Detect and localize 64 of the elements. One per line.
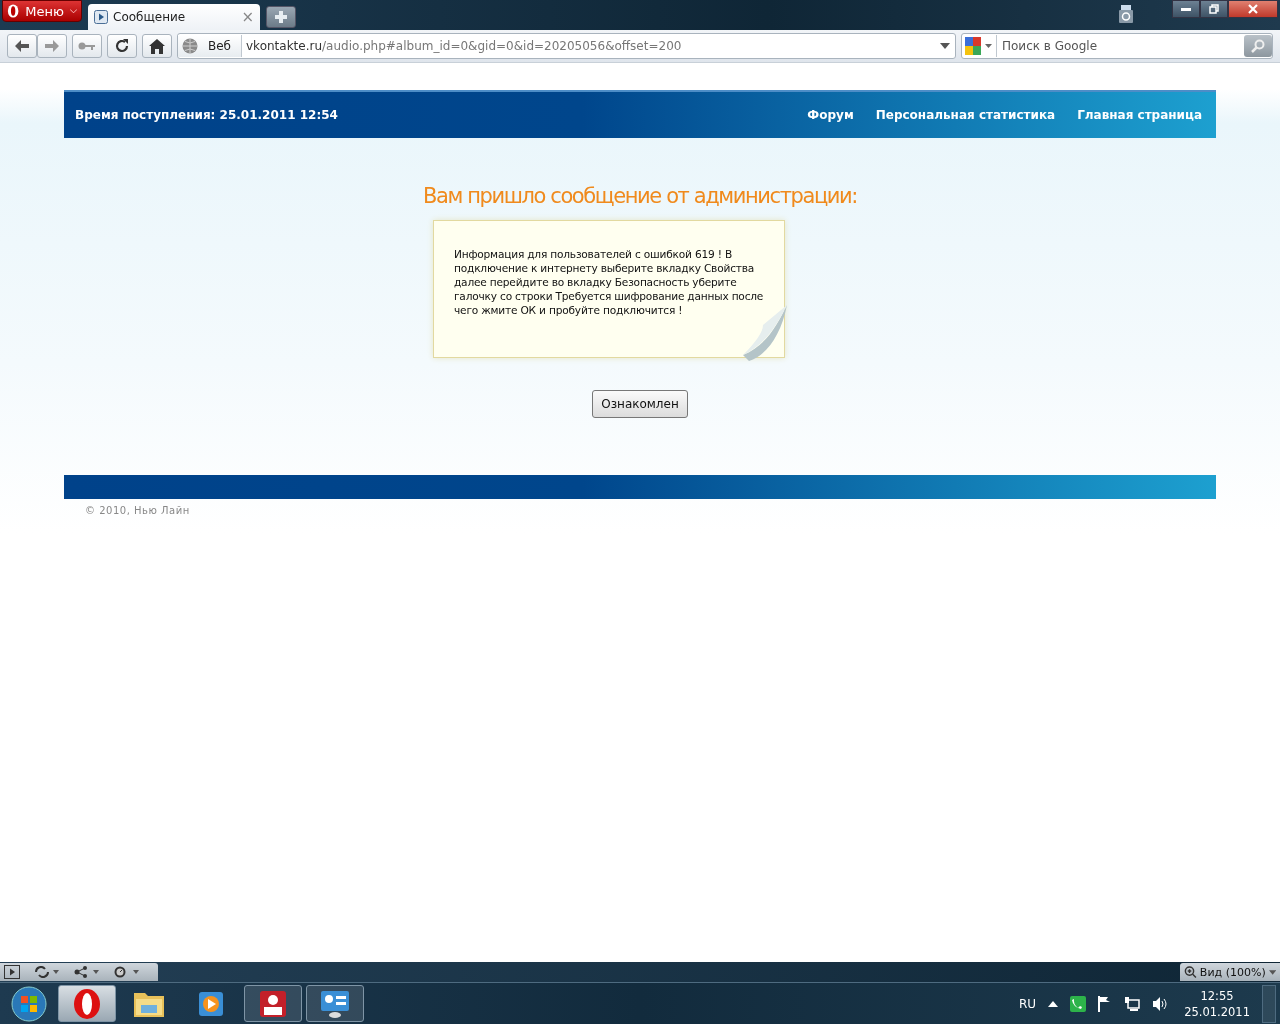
taskbar-button[interactable] <box>58 985 116 1022</box>
network-icon <box>74 966 100 978</box>
reload-icon <box>114 38 130 54</box>
restore-icon <box>1209 4 1219 14</box>
language-indicator[interactable]: RU <box>1019 996 1037 1011</box>
o-logo-icon <box>72 987 102 1020</box>
address-text: vkontakte.ru/audio.php#album_id=0&gid=0&id=20205056&offset=200 <box>245 39 683 53</box>
tab-title: Сообщение <box>113 10 186 24</box>
speed-button[interactable] <box>114 966 140 978</box>
restore-button[interactable] <box>1200 0 1228 18</box>
page-icon <box>94 10 108 24</box>
panel-toggle-button[interactable] <box>4 965 20 979</box>
search-engine-icon[interactable] <box>962 35 997 57</box>
play-icon <box>197 989 225 1018</box>
key-button[interactable] <box>72 34 102 58</box>
message-heading: Вам пришло сообщение от администрации: <box>423 184 857 208</box>
taskbar-button[interactable] <box>244 985 302 1022</box>
zoom-button[interactable]: Вид (100%) <box>1180 963 1280 981</box>
globe-icon <box>182 38 198 54</box>
close-button[interactable] <box>1228 0 1278 18</box>
close-icon <box>1248 4 1258 14</box>
network-icon[interactable] <box>1124 995 1141 1012</box>
dropdown-caret-icon[interactable] <box>940 43 950 49</box>
clock[interactable]: 12:55 25.01.2011 <box>1184 988 1250 1019</box>
browser-tab[interactable]: Сообщение × <box>88 4 260 30</box>
unite-button[interactable] <box>74 966 100 978</box>
minimize-button[interactable] <box>1172 0 1200 18</box>
taskbar-button[interactable] <box>306 985 364 1022</box>
zoom-icon <box>1184 965 1197 979</box>
recycle-bin-icon <box>1118 4 1134 24</box>
sync-button[interactable] <box>34 966 60 978</box>
address-field[interactable]: Веб vkontakte.ru/audio.php#album_id=0&gid=0&id=20205056&offset=200 <box>177 33 956 59</box>
back-button[interactable] <box>7 34 37 58</box>
search-icon <box>1251 39 1265 53</box>
plus-icon <box>275 11 287 23</box>
caret-icon <box>69 8 77 14</box>
nav-link[interactable]: Форум <box>807 108 854 122</box>
sync-icon <box>34 966 60 978</box>
nav-link[interactable]: Главная страница <box>1077 108 1202 122</box>
nav-link[interactable]: Персональная статистика <box>875 108 1056 122</box>
up-arrow-icon[interactable] <box>1048 1000 1059 1007</box>
search-bar[interactable]: Поиск в Google <box>961 33 1273 59</box>
menu-button[interactable]: Меню <box>2 0 82 22</box>
left-arrow-icon <box>15 40 29 52</box>
copyright-text: © 2010, Нью Лайн <box>85 505 190 516</box>
right-arrow-icon <box>45 40 59 52</box>
message-text: Информация для пользователей с ошибкой 619 ! В подключение к интернету выберите вкладку Свойства далее перейдите во вкладку Безопасность уберите галочку со строки Требуется шифрование данных после чего жмите ОК и пробуйте подключится ! <box>454 247 765 317</box>
home-button[interactable] <box>142 34 172 58</box>
control-panel-icon <box>319 988 351 1019</box>
speaker-icon[interactable] <box>1152 995 1169 1012</box>
web-button[interactable]: Веб <box>178 35 242 57</box>
o-logo-icon <box>7 3 20 19</box>
arrival-time: Время поступления: 25.01.2011 12:54 <box>75 108 338 122</box>
reload-button[interactable] <box>107 34 137 58</box>
key-icon <box>78 41 96 51</box>
new-tab-button[interactable] <box>266 6 296 28</box>
acknowledge-button[interactable]: Ознакомлен <box>592 390 688 418</box>
minimize-icon <box>1181 7 1191 11</box>
house-icon <box>149 38 165 54</box>
play-icon <box>4 965 20 979</box>
phone-icon[interactable] <box>1070 995 1087 1012</box>
windows-logo-icon <box>11 985 47 1022</box>
gauge-icon <box>114 966 140 978</box>
caret-icon <box>1268 969 1276 975</box>
